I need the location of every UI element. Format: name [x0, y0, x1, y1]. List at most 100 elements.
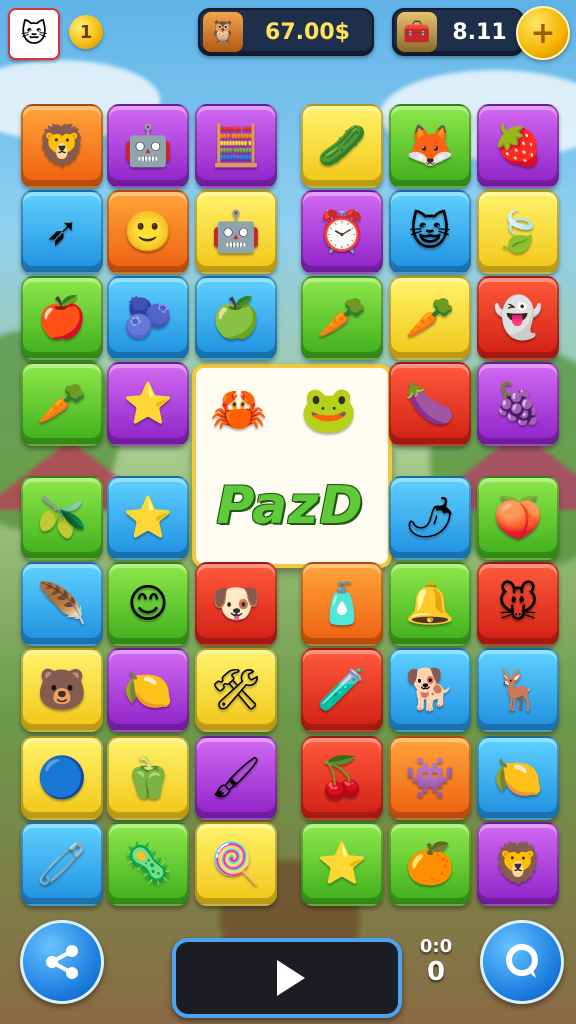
fox-face-icon: 🦊: [405, 123, 455, 169]
tile[interactable]: 🐶: [195, 562, 277, 646]
robot-head-icon: 🤖: [211, 209, 261, 255]
tile[interactable]: ⭐: [107, 476, 189, 560]
tile[interactable]: 🫒: [21, 476, 103, 560]
tile[interactable]: 🦌: [477, 648, 559, 732]
tile[interactable]: 😊: [107, 562, 189, 646]
tile[interactable]: 🧪: [301, 648, 383, 732]
lion-face-icon: 🦁: [37, 123, 87, 169]
orange-face-icon: 🍊: [405, 841, 455, 887]
tile[interactable]: 🥒: [301, 104, 383, 188]
tile[interactable]: 🍊: [389, 822, 471, 906]
chili-pepper-icon: 🌶: [404, 495, 456, 541]
star-face-icon: ⭐: [317, 841, 367, 887]
bottle-icon: 🧴: [317, 581, 367, 627]
olive-icon: 🫒: [37, 495, 87, 541]
lion-cub-icon: 🦁: [493, 841, 543, 887]
tile[interactable]: 🧴: [301, 562, 383, 646]
cherry-icon: 🍒: [317, 755, 367, 801]
tile[interactable]: 🛠: [195, 648, 277, 732]
chat-button[interactable]: [480, 920, 564, 1004]
star-face-icon: ⭐: [123, 495, 173, 541]
tile[interactable]: ➶: [21, 190, 103, 274]
tile[interactable]: 🦁: [21, 104, 103, 188]
dog-icon: 🐕: [405, 667, 455, 713]
green-pepper-icon: 🫑: [123, 755, 173, 801]
potion-bottle-icon: 🧪: [317, 667, 367, 713]
tile[interactable]: 🥕: [389, 276, 471, 360]
tile[interactable]: 🖌: [195, 736, 277, 820]
tile[interactable]: 🤖: [195, 190, 277, 274]
feather-icon: 🪶: [37, 581, 87, 627]
robot-face-icon: 🤖: [123, 123, 173, 169]
lollipop-icon: 🍭: [211, 841, 261, 887]
tile[interactable]: 🫐: [107, 276, 189, 360]
tile[interactable]: ⏰: [301, 190, 383, 274]
tile[interactable]: 🤖: [107, 104, 189, 188]
share-icon: [46, 945, 78, 979]
share-button[interactable]: [20, 920, 104, 1004]
radish-icon: 🫐: [123, 295, 173, 341]
tile[interactable]: 🌶: [389, 476, 471, 560]
center-logo-panel: 🦀 🐸 PazD: [192, 364, 392, 568]
cone-icon: 🔔: [405, 581, 455, 627]
tile[interactable]: 🍋: [477, 736, 559, 820]
tile[interactable]: 🥕: [21, 362, 103, 446]
smiley-face-icon: 🙂: [123, 209, 173, 255]
tile[interactable]: 🍋: [107, 648, 189, 732]
chat-icon: [506, 944, 538, 978]
tile[interactable]: 🍆: [389, 362, 471, 446]
tile[interactable]: 🦠: [107, 822, 189, 906]
tile[interactable]: ⭐: [301, 822, 383, 906]
paintbrush-icon: 🖌: [210, 755, 262, 801]
puppy-face-icon: 🐶: [211, 581, 261, 627]
tile[interactable]: 🍭: [195, 822, 277, 906]
tile[interactable]: 🍑: [477, 476, 559, 560]
carrot-icon: 🥕: [317, 295, 367, 341]
tile[interactable]: 🍃: [477, 190, 559, 274]
purple-monster-icon: 👾: [405, 755, 455, 801]
tile[interactable]: 👾: [389, 736, 471, 820]
deer-icon: 🦌: [493, 667, 543, 713]
tile[interactable]: 🙂: [107, 190, 189, 274]
tile[interactable]: 🍎: [21, 276, 103, 360]
lemon-face-icon: 🍋: [493, 755, 543, 801]
game-board: 🦀 🐸 PazD 🦁 🤖 🧮 🥒 🦊 🍓 ➶ 🙂 🤖 ⏰ 😺 🍃 🍎 🫐 🍏 🥕 🥕 👻 🥕 ⭐ 🍆 🍇 🫒 ⭐ 🌶 🍑 🪶 😊 🐶 🧴 🔔…: [0, 0, 576, 910]
tile[interactable]: 🐭: [477, 562, 559, 646]
tile[interactable]: 👻: [477, 276, 559, 360]
tile[interactable]: 🍇: [477, 362, 559, 446]
tile[interactable]: 🪶: [21, 562, 103, 646]
counter-top: 0:0: [419, 936, 453, 957]
tile[interactable]: ⭐: [107, 362, 189, 446]
grape-bunch-icon: 🍇: [493, 381, 543, 427]
cucumber-icon: 🥒: [317, 123, 367, 169]
game-logo-text: PazD: [216, 476, 364, 536]
tile[interactable]: 🧮: [195, 104, 277, 188]
green-blob-icon: 😊: [127, 581, 169, 627]
cat-face-icon: 😺: [409, 209, 451, 255]
clock-icon: ⏰: [317, 209, 367, 255]
tile[interactable]: 🫑: [107, 736, 189, 820]
tile[interactable]: 🦊: [389, 104, 471, 188]
tile[interactable]: 🔵: [21, 736, 103, 820]
tile[interactable]: 🐻: [21, 648, 103, 732]
spiky-ball-icon: 🦠: [123, 841, 173, 887]
tools-icon: 🛠: [210, 667, 262, 713]
play-button[interactable]: [172, 938, 402, 1018]
tile[interactable]: 🔔: [389, 562, 471, 646]
mouse-icon: 🐭: [497, 581, 539, 627]
tile[interactable]: 🍓: [477, 104, 559, 188]
tile[interactable]: 🥕: [301, 276, 383, 360]
tile[interactable]: 🧷: [21, 822, 103, 906]
tile[interactable]: 🍒: [301, 736, 383, 820]
green-apple-icon: 🍏: [211, 295, 261, 341]
counter-bottom: 0: [426, 957, 446, 987]
tile[interactable]: 🐕: [389, 648, 471, 732]
tile[interactable]: 🦁: [477, 822, 559, 906]
carrot-icon: 🥕: [405, 295, 455, 341]
peach-icon: 🍑: [493, 495, 543, 541]
tile[interactable]: 😺: [389, 190, 471, 274]
strawberry-icon: 🍓: [493, 123, 543, 169]
tile[interactable]: 🍏: [195, 276, 277, 360]
bear-face-icon: 🐻: [37, 667, 87, 713]
carrot-icon: 🥕: [37, 381, 87, 427]
